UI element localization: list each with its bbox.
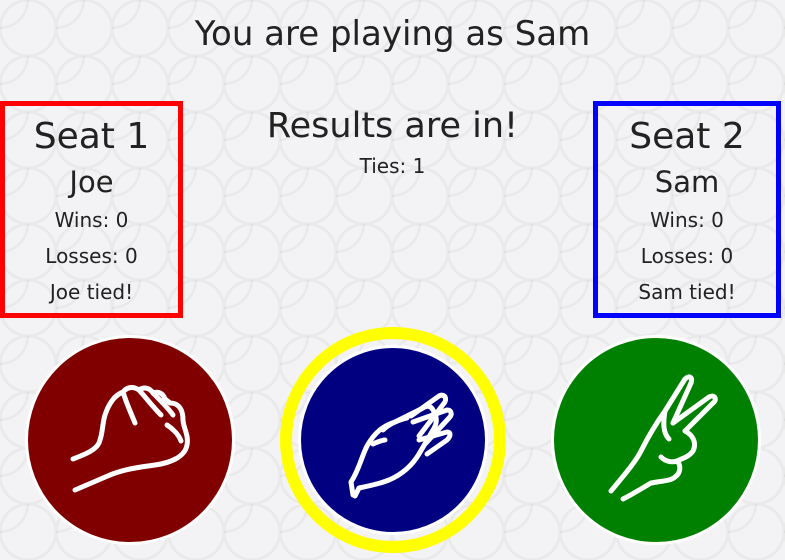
round-status: Joe tied! <box>49 280 134 304</box>
wins-count: Wins: 0 <box>54 208 129 232</box>
seat-title: Seat 2 <box>629 116 745 157</box>
wins-count: Wins: 0 <box>650 208 724 232</box>
paper-choice-circle <box>298 345 488 535</box>
losses-count: Losses: 0 <box>640 244 734 268</box>
losses-count: Losses: 0 <box>45 244 138 268</box>
seat-title: Seat 1 <box>33 116 150 157</box>
page-title: You are playing as Sam <box>194 14 591 54</box>
paper-button[interactable] <box>280 327 506 553</box>
player-name: Sam <box>654 165 720 199</box>
paper-hand-icon <box>348 392 454 499</box>
seat-1-panel: Seat 1 Joe Wins: 0 Losses: 0 Joe tied! <box>0 101 183 318</box>
ties-count: Ties: 1 <box>359 154 426 178</box>
player-name: Joe <box>69 165 114 199</box>
scissors-button[interactable] <box>551 335 761 545</box>
results-title: Results are in! <box>266 106 519 146</box>
seat-2-panel: Seat 2 Sam Wins: 0 Losses: 0 Sam tied! <box>593 101 781 318</box>
round-status: Sam tied! <box>638 280 736 304</box>
scissors-hand-icon <box>608 374 718 502</box>
rock-fist-icon <box>70 385 190 493</box>
rock-button[interactable] <box>25 335 235 545</box>
results-panel: Results are in! Ties: 1 <box>200 100 585 178</box>
